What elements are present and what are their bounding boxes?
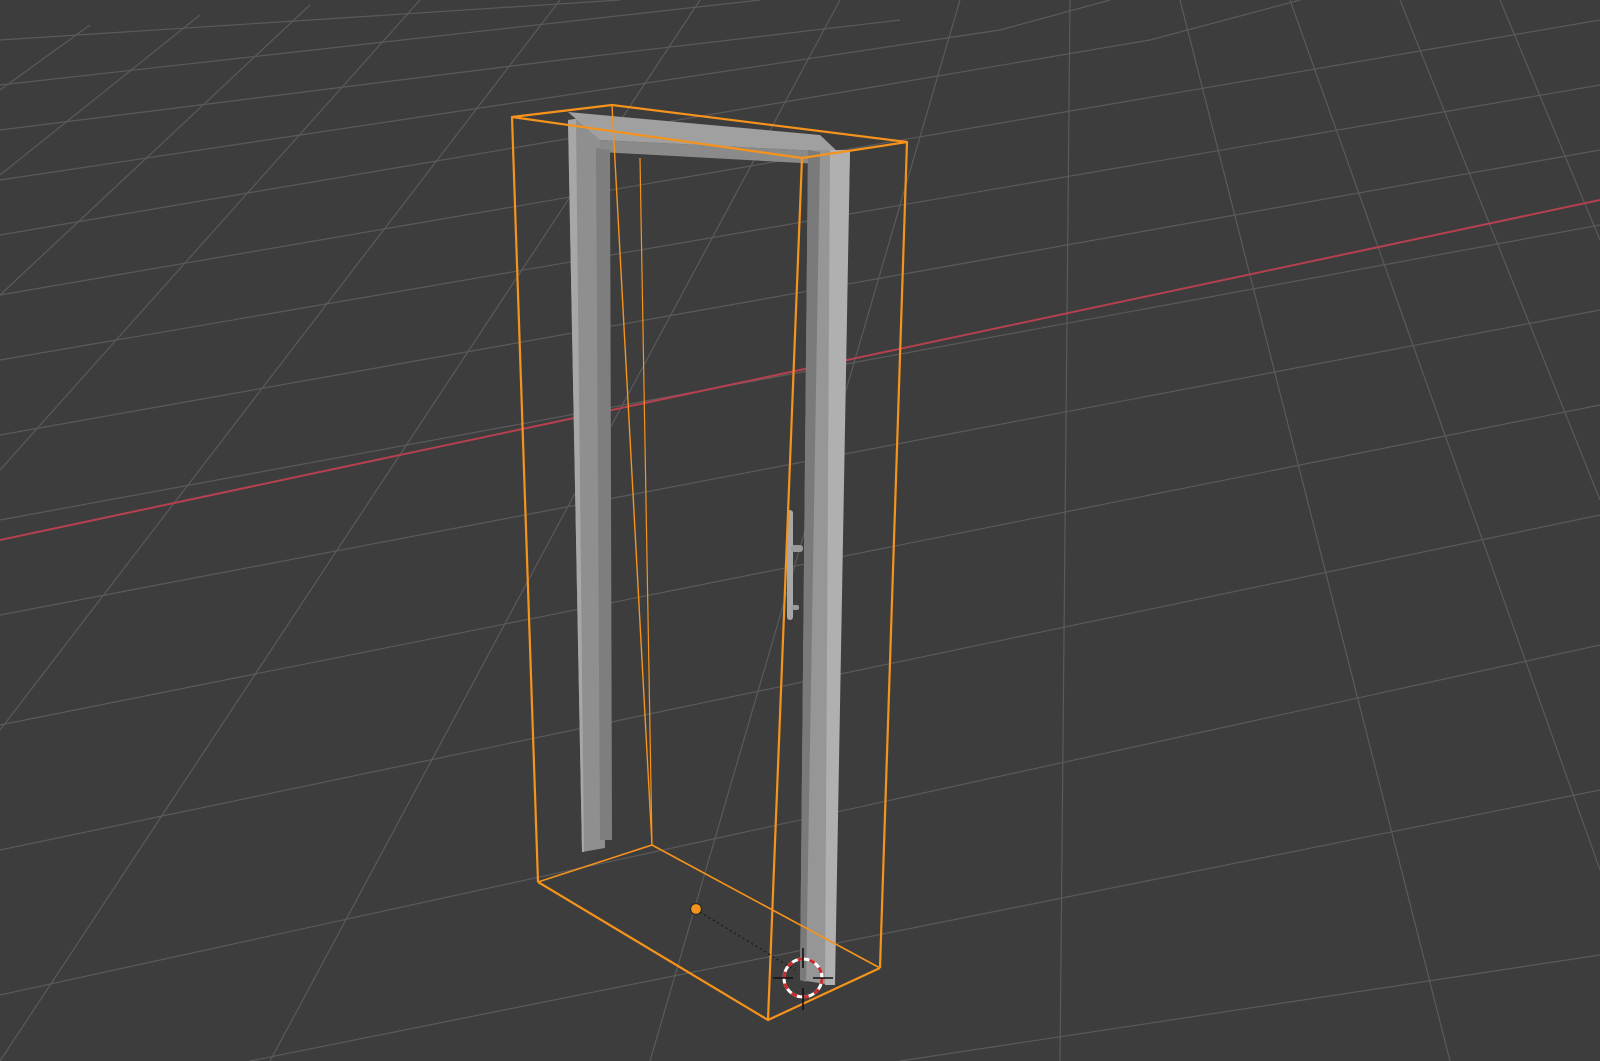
- x-axis-line: [0, 199, 1600, 541]
- 3d-viewport[interactable]: [0, 0, 1600, 1061]
- object-origin-icon[interactable]: [689, 902, 703, 916]
